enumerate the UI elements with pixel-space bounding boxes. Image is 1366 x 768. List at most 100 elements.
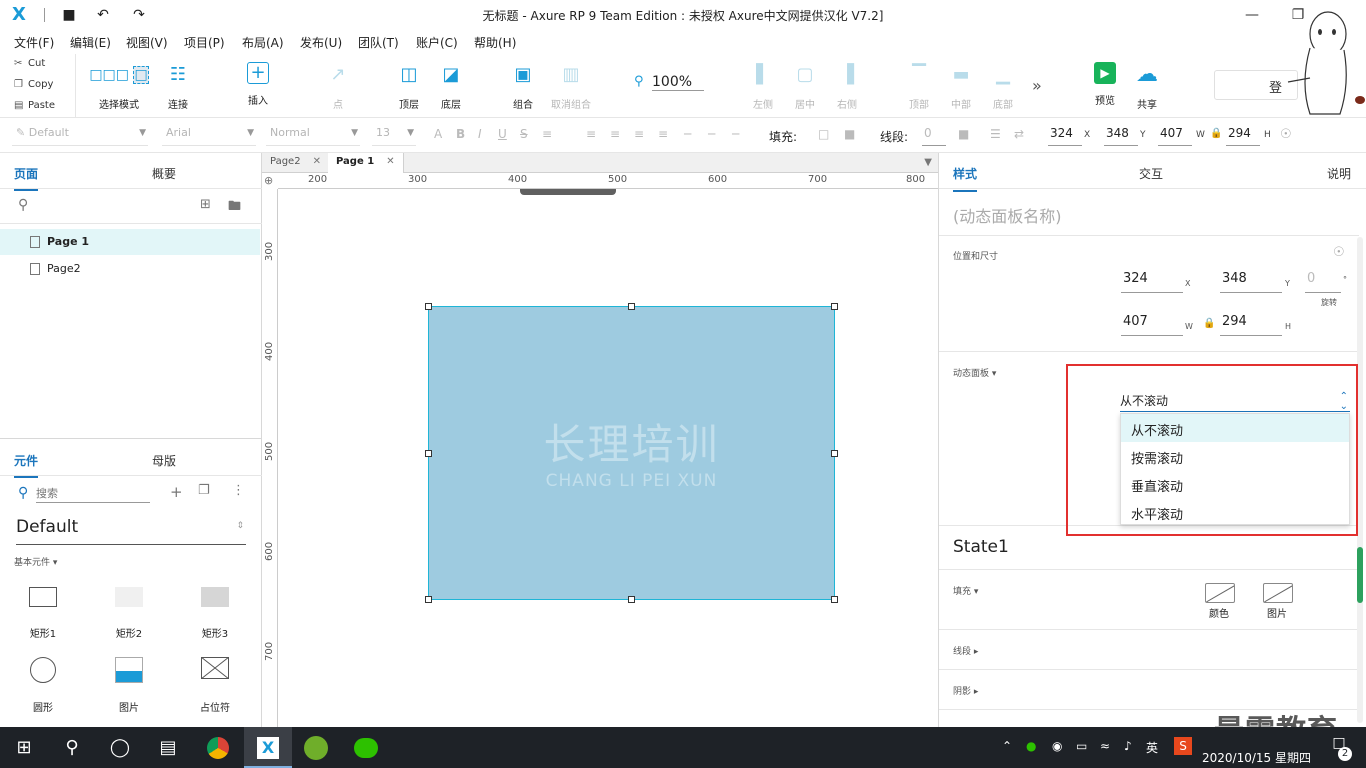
select-mode-button[interactable]: □□□ □ 选择模式 (88, 62, 150, 112)
library-copy-icon[interactable]: ❐ (198, 483, 210, 498)
resize-handle[interactable] (425, 450, 432, 457)
add-library-icon[interactable]: + (170, 483, 183, 501)
lock-icon[interactable]: 🔒 (1203, 318, 1215, 329)
tab-notes[interactable]: 说明 (1327, 165, 1351, 182)
paste-button[interactable]: ▤ Paste (14, 100, 55, 111)
align-text-center-icon[interactable]: ≡ (610, 127, 620, 141)
widget-circle[interactable]: 圆形 (13, 657, 73, 717)
tray-expand-icon[interactable]: ⌃ (1002, 739, 1012, 753)
align-text-justify-icon[interactable]: ≡ (658, 127, 668, 141)
resize-handle[interactable] (628, 596, 635, 603)
shadow-section-label[interactable]: 阴影 ▸ (953, 684, 978, 697)
menu-publish[interactable]: 发布(U) (300, 34, 342, 51)
tray-volume-icon[interactable]: ♪ (1124, 739, 1132, 753)
resize-handle[interactable] (425, 303, 432, 310)
arrow-style-icon[interactable]: ⇄ (1014, 127, 1024, 141)
tray-battery-icon[interactable]: ▭ (1076, 739, 1087, 753)
page-item-page2[interactable]: Page2 (0, 256, 260, 282)
close-icon[interactable]: ✕ (386, 156, 394, 167)
rotation-input[interactable]: 0 (1305, 271, 1341, 293)
send-to-back-button[interactable]: ◪ 底层 (423, 62, 479, 112)
menu-team[interactable]: 团队(T) (358, 34, 399, 51)
insert-button[interactable]: + 插入 (230, 62, 286, 112)
format-w-input[interactable]: 407 (1158, 126, 1192, 146)
wechat-icon[interactable] (342, 727, 390, 768)
add-folder-icon[interactable]: 🖿 (228, 197, 241, 219)
stroke-style-icon[interactable]: ☰ (990, 127, 1001, 141)
format-y-input[interactable]: 348 (1104, 126, 1138, 146)
zoom-value[interactable]: 100% (652, 74, 704, 91)
align-text-right-icon[interactable]: ≡ (634, 127, 644, 141)
bold-icon[interactable]: B (456, 127, 465, 141)
font-weight-select[interactable]: Normal ▼ (266, 126, 360, 146)
point-button[interactable]: ↗ 点 (310, 62, 366, 112)
cut-button[interactable]: ✂ Cut (14, 58, 45, 69)
notification-center-icon[interactable]: □ 2 (1326, 735, 1352, 761)
fill-color-icon[interactable]: □ (818, 127, 829, 141)
h-input[interactable]: 294 (1220, 314, 1282, 336)
menu-account[interactable]: 账户(C) (416, 34, 458, 51)
fill-section-label[interactable]: 填充 ▾ (953, 584, 978, 597)
cortana-icon[interactable]: ◯ (96, 727, 144, 768)
y-input[interactable]: 348 (1220, 271, 1282, 293)
valign-bottom-icon[interactable]: ─ (732, 127, 739, 141)
tab-masters[interactable]: 母版 (152, 452, 176, 469)
ungroup-button[interactable]: ▥ 取消组合 (543, 62, 599, 112)
resize-handle[interactable] (628, 303, 635, 310)
style-select[interactable]: ✎ Default ▼ (12, 126, 148, 146)
menu-file[interactable]: 文件(F) (14, 34, 54, 51)
option-never-scroll[interactable]: 从不滚动 (1121, 414, 1349, 442)
align-text-left-icon[interactable]: ≡ (586, 127, 596, 141)
text-color-icon[interactable]: A (434, 127, 442, 141)
format-h-input[interactable]: 294 (1226, 126, 1260, 146)
x-input[interactable]: 324 (1121, 271, 1183, 293)
save-icon[interactable]: ■ (60, 6, 78, 24)
italic-icon[interactable]: I (478, 127, 482, 141)
underline-icon[interactable]: U (498, 127, 507, 141)
taskbar-date[interactable]: 2020/10/15 星期四 (1202, 749, 1311, 766)
tab-style[interactable]: 样式 (953, 165, 978, 192)
fill-shadow-icon[interactable]: ■ (844, 127, 855, 141)
widget-rect3[interactable]: 矩形3 (185, 583, 245, 643)
tab-pages[interactable]: 页面 (14, 165, 39, 191)
share-button[interactable]: ☁ 共享 (1119, 62, 1175, 112)
tray-qq-icon[interactable]: ◉ (1052, 739, 1062, 753)
align-bottom-button[interactable]: ▁ 底部 (975, 62, 1031, 112)
page-item-page1[interactable]: Page 1 (0, 229, 260, 255)
close-icon[interactable]: ✕ (313, 156, 321, 167)
widget-image[interactable]: 图片 (99, 657, 159, 717)
font-size-select[interactable]: 13 ▼ (372, 126, 416, 146)
task-view-icon[interactable]: ▤ (144, 727, 192, 768)
search-icon[interactable]: ⚲ (48, 727, 96, 768)
font-select[interactable]: Arial ▼ (162, 126, 256, 146)
tray-wifi-icon[interactable]: ≈ (1100, 739, 1110, 753)
list-icon[interactable]: ≡ (542, 127, 552, 141)
stroke-section-label[interactable]: 线段 ▸ (953, 644, 978, 657)
stroke-color-icon[interactable]: ■ (958, 127, 969, 141)
widget-search-input[interactable] (36, 485, 150, 503)
option-horizontal-scroll[interactable]: 水平滚动 (1121, 498, 1349, 526)
add-page-icon[interactable]: ⊞ (200, 197, 211, 212)
undo-icon[interactable]: ↶ (94, 6, 112, 24)
more-tools-icon[interactable]: » (1032, 76, 1042, 95)
doc-tab-page1[interactable]: Page 1 ✕ (328, 153, 404, 173)
align-right-button[interactable]: ▐ 右侧 (819, 62, 875, 112)
search-icon[interactable]: ⚲ (18, 197, 28, 213)
sogou-ime-icon[interactable]: S (1174, 737, 1192, 755)
ime-indicator[interactable]: 英 (1146, 739, 1158, 756)
minimize-button[interactable]: — (1240, 4, 1264, 26)
library-select[interactable]: Default ⇕ (16, 517, 246, 545)
widget-rect1[interactable]: 矩形1 (13, 583, 73, 643)
lock-icon[interactable]: 🔒 (1210, 128, 1222, 139)
resize-handle[interactable] (831, 450, 838, 457)
doc-tab-page2[interactable]: Page2 ✕ (262, 153, 330, 173)
panel-name-field[interactable]: (动态面板名称) (953, 203, 1062, 227)
tab-interactions[interactable]: 交互 (1139, 165, 1163, 182)
resize-handle[interactable] (831, 303, 838, 310)
windows-start-icon[interactable]: ⊞ (0, 727, 48, 768)
redo-icon[interactable]: ↷ (130, 6, 148, 24)
option-scroll-as-needed[interactable]: 按需滚动 (1121, 442, 1349, 470)
scroll-mode-select[interactable]: 从不滚动 ⌃ ⌄ (1120, 392, 1350, 412)
valign-top-icon[interactable]: ─ (684, 127, 691, 141)
widget-placeholder[interactable]: 占位符 (185, 657, 245, 717)
